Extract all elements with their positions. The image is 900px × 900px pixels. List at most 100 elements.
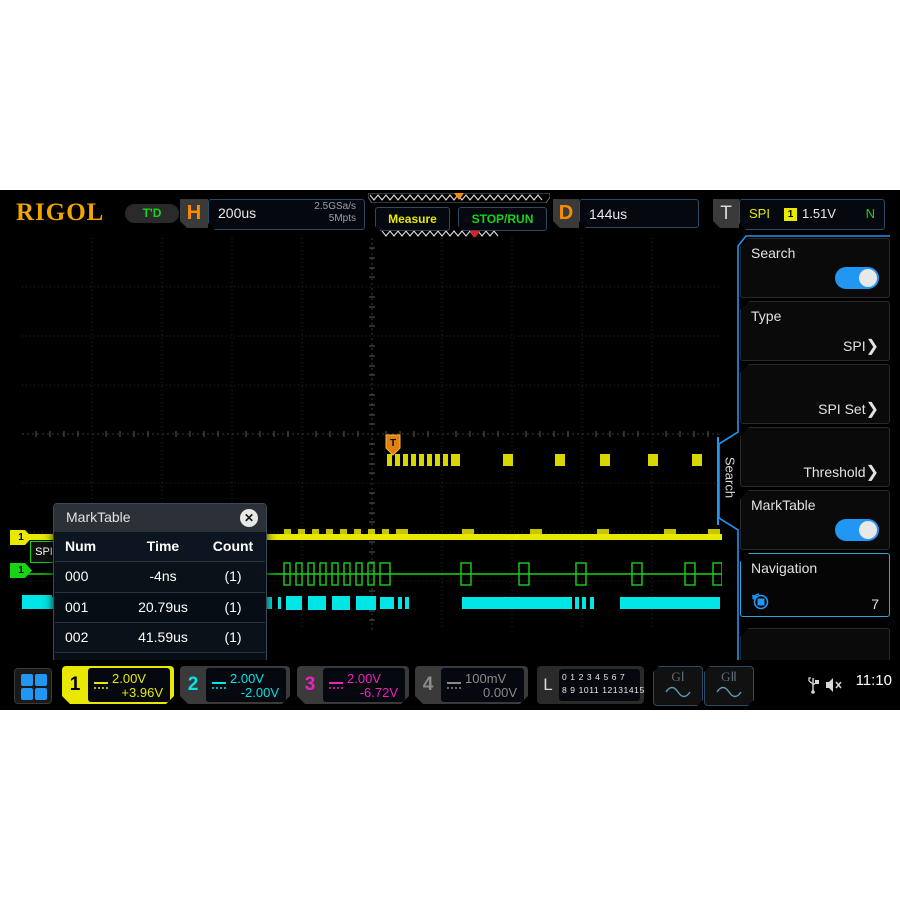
- channel-index-3: 3: [297, 666, 323, 704]
- channel-button-1[interactable]: 12.00V+3.96V: [62, 666, 174, 704]
- oscilloscope-screen: RIGOL T'D H 200us 2.5GSa/s 5Mpts Measure…: [0, 190, 900, 710]
- channel-readout-1: 2.00V+3.96V: [88, 668, 170, 702]
- logic-row-1: 0 1 2 3 4 5 6 7: [562, 672, 637, 682]
- channel-scale-2: 2.00V: [230, 671, 264, 686]
- channel-marker-ch2-block[interactable]: [22, 595, 52, 607]
- table-row[interactable]: 000-4ns(1): [55, 562, 265, 592]
- logic-label: L: [537, 666, 559, 704]
- toggle-switch[interactable]: [835, 267, 879, 289]
- menu-item-marktable[interactable]: MarkTable: [740, 490, 890, 550]
- table-row[interactable]: 00120.79us(1): [55, 593, 265, 623]
- trigger-icon: T: [713, 199, 739, 228]
- menu-item-type[interactable]: Type SPI❯: [740, 301, 890, 361]
- channel-scale-1: 2.00V: [112, 671, 146, 686]
- marktable-cell-time: 20.79us: [119, 593, 207, 622]
- search-side-tab[interactable]: Search: [717, 437, 741, 525]
- search-menu[interactable]: Search Type SPI❯ SPI Set❯ Threshold❯ MarkTabl…: [740, 238, 888, 670]
- marktable-cell-time: -4ns: [119, 562, 207, 591]
- table-row[interactable]: 00241.59us(1): [55, 623, 265, 653]
- memory-depth-value: 5Mpts: [329, 213, 356, 224]
- menu-item-value: SPI❯: [843, 336, 879, 356]
- generator-1-button[interactable]: GⅠ: [653, 666, 703, 706]
- horizontal-icon: H: [180, 199, 208, 228]
- marktable-column-header: Num: [65, 532, 119, 561]
- stop-run-button[interactable]: STOP/RUN: [458, 207, 547, 231]
- rotary-knob-icon: [751, 592, 769, 610]
- channel-offset-1: +3.96V: [121, 685, 163, 700]
- channel-button-3[interactable]: 32.00V-6.72V: [297, 666, 409, 704]
- search-side-tab-label: Search: [723, 434, 738, 522]
- channel-index-1: 1: [62, 666, 88, 704]
- menu-item-value: SPI Set❯: [818, 399, 879, 419]
- marktable-cell-time: 41.59us: [119, 623, 207, 652]
- usb-icon: [806, 676, 820, 694]
- logic-channel-list: 0 1 2 3 4 5 6 7 8 9 1011 12131415: [559, 669, 640, 701]
- trigger-source-badge: 1: [784, 208, 797, 221]
- chevron-right-icon: ❯: [866, 338, 879, 355]
- toggle-switch[interactable]: [835, 519, 879, 541]
- channel-button-2[interactable]: 22.00V-2.00V: [180, 666, 290, 704]
- waveform-ch1-zoom-burst: [385, 450, 705, 470]
- measure-button[interactable]: Measure: [375, 207, 450, 231]
- svg-text:T: T: [390, 438, 396, 449]
- trigger-field[interactable]: SPI 1 1.51V N: [739, 199, 885, 230]
- marktable-cell-count: (1): [207, 623, 259, 652]
- bottom-channel-bar: 12.00V+3.96V22.00V-2.00V32.00V-6.72V4100…: [0, 660, 900, 710]
- generator-1-label: GⅠ: [654, 669, 702, 685]
- menu-item-value: 7: [871, 596, 879, 612]
- zoom-region-top-indicator: [368, 193, 550, 203]
- menu-item-value: Threshold❯: [803, 462, 879, 482]
- timebase-value: 200us: [218, 205, 256, 221]
- channel-scale-3: 2.00V: [347, 671, 381, 686]
- marktable-cell-count: (1): [207, 562, 259, 591]
- delay-value[interactable]: 144us: [579, 199, 699, 228]
- channel-readout-3: 2.00V-6.72V: [323, 668, 405, 702]
- trigger-level-value: 1.51V: [802, 206, 836, 221]
- channel-offset-3: -6.72V: [360, 685, 398, 700]
- channel-offset-2: -2.00V: [241, 685, 279, 700]
- menu-item-search[interactable]: Search: [740, 238, 890, 298]
- marktable-cell-count: (1): [207, 593, 259, 622]
- marktable-column-header: Time: [119, 532, 207, 561]
- channel-readout-2: 2.00V-2.00V: [206, 668, 286, 702]
- channel-index-2: 2: [180, 666, 206, 704]
- chevron-right-icon: ❯: [866, 464, 879, 481]
- chevron-right-icon: ❯: [866, 401, 879, 418]
- channel-offset-4: 0.00V: [483, 685, 517, 700]
- channel-index-4: 4: [415, 666, 441, 704]
- sample-rate-value: 2.5GSa/s: [314, 201, 356, 212]
- menu-item-navigation[interactable]: Navigation7: [740, 553, 890, 617]
- header-bar: RIGOL T'D H 200us 2.5GSa/s 5Mpts Measure…: [0, 190, 900, 236]
- channel-scale-4: 100mV: [465, 671, 506, 686]
- logic-channels-button[interactable]: L 0 1 2 3 4 5 6 7 8 9 1011 12131415: [537, 666, 644, 704]
- marktable-header-row: NumTimeCount: [55, 532, 265, 562]
- delay-icon: D: [553, 199, 579, 228]
- menu-item-spi-set[interactable]: SPI Set❯: [740, 364, 890, 424]
- rigol-logo: RIGOL: [16, 199, 104, 227]
- menu-item-label: Type: [751, 308, 781, 324]
- trigger-type-value: SPI: [749, 206, 770, 221]
- trigger-status-badge: T'D: [125, 204, 179, 223]
- menu-item-label: MarkTable: [751, 497, 816, 513]
- trigger-mode-value: N: [866, 206, 875, 221]
- sound-muted-icon[interactable]: [824, 676, 844, 694]
- marktable-cell-num: 001: [65, 593, 119, 622]
- close-icon[interactable]: ✕: [240, 509, 258, 527]
- generator-2-label: GⅡ: [705, 669, 753, 685]
- dc-coupling-icon: [94, 677, 108, 685]
- marktable-titlebar: MarkTable ✕: [54, 504, 266, 532]
- marktable-title: MarkTable: [66, 509, 131, 525]
- timebase-field[interactable]: 200us 2.5GSa/s 5Mpts: [208, 199, 365, 230]
- generator-2-button[interactable]: GⅡ: [704, 666, 754, 706]
- menu-item-threshold[interactable]: Threshold❯: [740, 427, 890, 487]
- marktable-column-header: Count: [207, 532, 259, 561]
- channel-button-4[interactable]: 4 100mV0.00V: [415, 666, 528, 704]
- logic-row-2: 8 9 1011 12131415: [562, 685, 637, 695]
- apps-grid-icon[interactable]: [14, 668, 52, 704]
- toggle-knob: [859, 521, 877, 539]
- marktable-cell-num: 000: [65, 562, 119, 591]
- menu-item-label: Search: [751, 245, 795, 261]
- dc-coupling-icon: [329, 677, 343, 685]
- toggle-knob: [859, 269, 877, 287]
- marktable-cell-num: 002: [65, 623, 119, 652]
